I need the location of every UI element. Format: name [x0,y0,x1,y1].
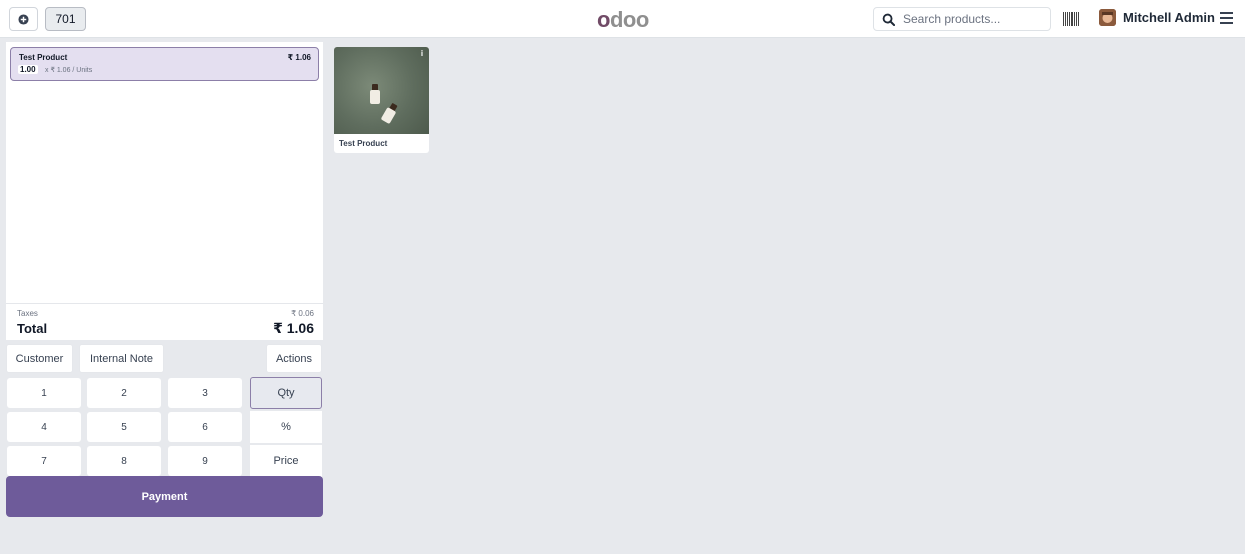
order-line-qty: 1.00 [18,65,38,74]
numpad-key-8[interactable]: 8 [87,446,161,476]
odoo-logo: odoo [597,7,649,32]
bottle-shape [380,102,400,125]
total-value: ₹ 1.06 [273,320,314,336]
mode-price-button[interactable]: Price [250,445,322,477]
numpad-key-3[interactable]: 3 [168,378,242,408]
user-menu[interactable]: Mitchell Admin [1099,9,1215,26]
product-card[interactable]: i Test Product [334,47,429,153]
numpad-key-6[interactable]: 6 [168,412,242,442]
taxes-label: Taxes [17,309,38,318]
search-icon [882,13,895,26]
numpad-key-1[interactable]: 1 [7,378,81,408]
actions-button[interactable]: Actions [266,344,322,373]
numpad-key-9[interactable]: 9 [168,446,242,476]
order-tab[interactable]: 701 [45,7,86,31]
user-name: Mitchell Admin [1123,10,1215,25]
plus-circle-icon [18,13,29,25]
new-order-button[interactable] [9,7,38,31]
order-line-price: ₹ 1.06 [287,53,311,62]
order-line[interactable]: Test Product ₹ 1.06 1.00 x ₹ 1.06 / Unit… [10,47,319,81]
numpad-key-4[interactable]: 4 [7,412,81,442]
taxes-value: ₹ 0.06 [291,309,314,318]
mode-qty-button[interactable]: Qty [250,377,322,409]
search-products[interactable] [873,7,1051,31]
numpad-key-5[interactable]: 5 [87,412,161,442]
barcode-icon[interactable] [1063,12,1079,26]
top-bar: 701 odoo Mitchell Admin [0,0,1245,38]
product-image [334,47,429,134]
product-name: Test Product [339,139,388,148]
info-icon[interactable]: i [418,49,426,58]
numpad-key-2[interactable]: 2 [87,378,161,408]
customer-button[interactable]: Customer [6,344,73,373]
total-label: Total [17,321,48,336]
order-totals: Taxes ₹ 0.06 Total ₹ 1.06 [6,303,323,340]
order-line-product: Test Product [19,53,68,62]
internal-note-button[interactable]: Internal Note [79,344,164,373]
search-input[interactable] [903,12,1043,26]
mode-discount-button[interactable]: % [250,411,322,443]
hamburger-menu-icon[interactable] [1220,12,1233,24]
bottle-shape [370,84,380,104]
numpad-key-7[interactable]: 7 [7,446,81,476]
avatar [1099,9,1116,26]
payment-button[interactable]: Payment [6,476,323,517]
order-lines: Test Product ₹ 1.06 1.00 x ₹ 1.06 / Unit… [6,42,323,303]
order-line-unit-price: x ₹ 1.06 / Units [45,67,93,74]
